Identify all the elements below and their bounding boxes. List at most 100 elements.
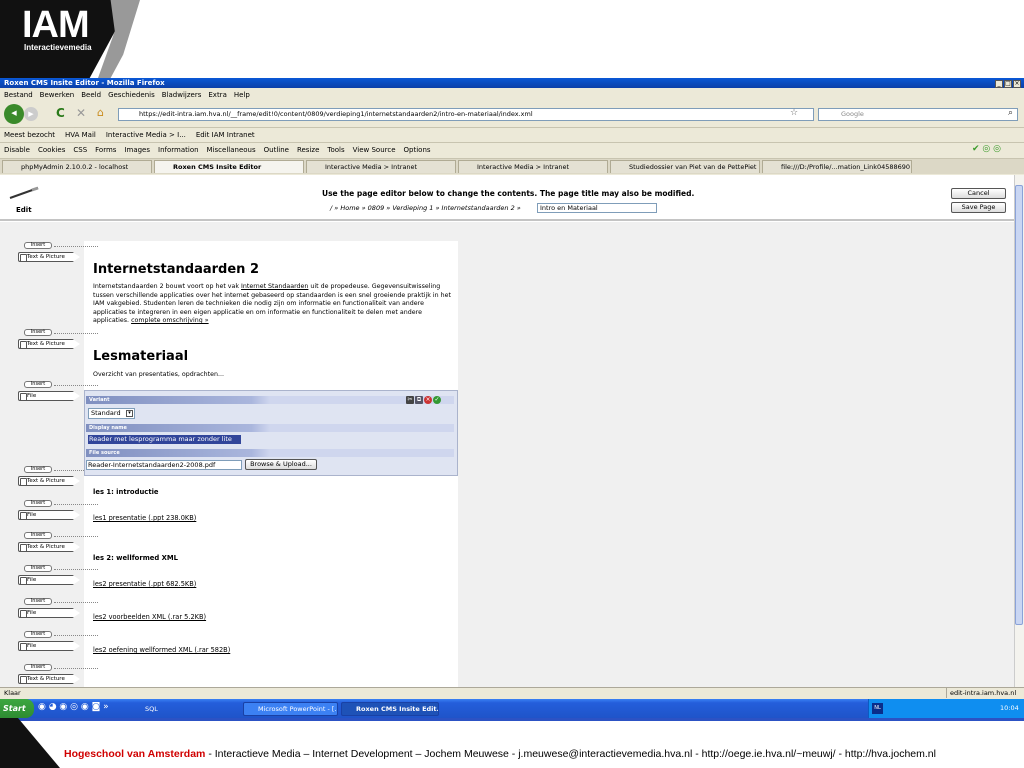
search-input[interactable]: Google (818, 108, 1018, 121)
status-text: Klaar (4, 689, 21, 697)
lesmateriaal-heading: Lesmateriaal (93, 349, 189, 364)
status-host: edit-intra.iam.hva.nl (946, 688, 1022, 698)
les1-presentatie-link[interactable]: les1 presentatie (.ppt 238.0KB) (93, 514, 196, 522)
window-controls: _ □ × (994, 79, 1021, 88)
editor-bar (0, 176, 1014, 221)
bookmark-interactive-media[interactable]: Interactive Media > I... (106, 131, 186, 139)
cancel-button[interactable]: Cancel (951, 188, 1006, 199)
start-button[interactable]: Start (0, 699, 34, 718)
task-roxen[interactable]: Roxen CMS Insite Edit... (341, 702, 439, 716)
insert-text-picture[interactable]: Insert Text & Picture (18, 532, 98, 556)
confirm-icon[interactable]: ✓ (433, 396, 441, 404)
slide-footer (0, 718, 1024, 768)
insert-file[interactable]: Insert File (18, 565, 98, 589)
bookmark-hva-mail[interactable]: HVA Mail (65, 131, 96, 139)
tab-roxen[interactable]: Roxen CMS Insite Editor (154, 160, 304, 173)
insert-file[interactable]: Insert File (18, 500, 98, 524)
chevron-down-icon: ▾ (126, 410, 133, 417)
insert-file[interactable]: Insert File (18, 598, 98, 622)
les2-oefening-link[interactable]: les2 oefening wellformed XML (.rar 582B) (93, 646, 230, 654)
cut-icon[interactable]: ✂ (406, 396, 414, 404)
logo-subtitle: Interactievemedia (24, 43, 92, 52)
variant-select[interactable]: Standard ▾ (88, 408, 135, 419)
search-icon[interactable]: ⌕ (1008, 108, 1013, 118)
webdev-resize[interactable]: Resize (297, 146, 319, 154)
webdev-information[interactable]: Information (158, 146, 199, 154)
tab-intranet-2[interactable]: Interactive Media > Intranet (458, 160, 608, 173)
close-button[interactable]: × (1013, 80, 1021, 88)
webdev-css[interactable]: CSS (73, 146, 87, 154)
footer-text: Hogeschool van Amsterdam - Interactieve … (64, 748, 936, 760)
webdev-view-source[interactable]: View Source (353, 146, 396, 154)
tab-phpmyadmin[interactable]: phpMyAdmin 2.10.0.2 - localhost (2, 160, 152, 173)
logo: IAM (22, 4, 90, 46)
tab-file[interactable]: file:///D:/Profile/...mation_Link0458869… (762, 160, 912, 173)
menu-geschiedenis[interactable]: Geschiedenis (108, 91, 155, 99)
save-page-button[interactable]: Save Page (951, 202, 1006, 213)
menu-bewerken[interactable]: Bewerken (40, 91, 75, 99)
webdev-options[interactable]: Options (404, 146, 431, 154)
stop-icon[interactable]: ✕ (76, 106, 86, 120)
insert-file[interactable]: Insert File (18, 631, 98, 655)
url-bar[interactable]: https://edit-intra.iam.hva.nl/__frame/ed… (118, 108, 814, 121)
complete-omschrijving-link[interactable]: complete omschrijving » (131, 317, 209, 324)
tab-intranet-1[interactable]: Interactive Media > Intranet (306, 160, 456, 173)
file-source-field[interactable]: Reader-Internetstandaarden2-2008.pdf (86, 460, 242, 470)
copy-icon[interactable]: ⧉ (415, 396, 423, 404)
insert-text-picture[interactable]: Insert Text & Picture (18, 664, 98, 688)
breadcrumb: / » Home » 0809 » Verdieping 1 » Interne… (330, 204, 521, 212)
bookmark-meest-bezocht[interactable]: Meest bezocht (4, 131, 55, 139)
home-icon[interactable]: ⌂ (97, 106, 104, 119)
window-title: Roxen CMS Insite Editor - Mozilla Firefo… (4, 79, 165, 87)
forward-button[interactable]: ▶ (24, 107, 38, 121)
language-indicator[interactable]: NL (872, 703, 883, 714)
menu-bestand[interactable]: Bestand (4, 91, 33, 99)
edit-label: Edit (16, 206, 32, 214)
maximize-button[interactable]: □ (1004, 80, 1012, 88)
insert-text-picture[interactable]: Insert Text & Picture (18, 242, 98, 266)
task-powerpoint[interactable]: Microsoft PowerPoint - [... (243, 702, 338, 716)
quicklaunch-icons[interactable]: ◉ ◕ ◉ ◎ ◉ ◙ » (38, 702, 109, 712)
menu-help[interactable]: Help (234, 91, 250, 99)
menu-bladwijzers[interactable]: Bladwijzers (162, 91, 202, 99)
webdev-tools[interactable]: Tools (327, 146, 344, 154)
insert-text-picture[interactable]: Insert Text & Picture (18, 466, 98, 490)
webdev-disable[interactable]: Disable (4, 146, 30, 154)
web-developer-toolbar: Disable Cookies CSS Forms Images Information M… (0, 142, 1024, 157)
bookmark-edit-iam[interactable]: Edit IAM Intranet (196, 131, 255, 139)
insert-text-picture[interactable]: Insert Text & Picture (18, 329, 98, 353)
scrollbar-thumb[interactable] (1015, 185, 1023, 625)
editor-instruction: Use the page editor below to change the … (322, 189, 695, 198)
webdev-forms[interactable]: Forms (95, 146, 116, 154)
check-icons: ✔ ◎ ◎ (972, 144, 1001, 154)
menu-extra[interactable]: Extra (208, 91, 226, 99)
webdev-misc[interactable]: Miscellaneous (207, 146, 256, 154)
les2-heading: les 2: wellformed XML (93, 554, 178, 562)
page-title-input[interactable]: Intro en Materiaal (537, 203, 657, 213)
tab-studiedossier[interactable]: Studiedossier van Piet van de PettePiet (610, 160, 760, 173)
slide-header (0, 0, 1024, 78)
webdev-outline[interactable]: Outline (264, 146, 289, 154)
menu-beeld[interactable]: Beeld (81, 91, 101, 99)
les2-presentatie-link[interactable]: les2 presentatie (.ppt 682.5KB) (93, 580, 196, 588)
status-bar: Klaar (0, 687, 1024, 699)
search-placeholder: Google (841, 110, 864, 118)
display-name-header: Display name (86, 424, 454, 432)
webdev-cookies[interactable]: Cookies (38, 146, 65, 154)
browse-upload-button[interactable]: Browse & Upload... (245, 459, 317, 470)
back-button[interactable]: ◀ (4, 104, 24, 124)
internet-standaarden-link[interactable]: Internet Standaarden (241, 283, 308, 290)
reload-icon[interactable]: C (56, 106, 65, 120)
delete-icon[interactable]: × (424, 396, 432, 404)
les2-voorbeelden-link[interactable]: les2 voorbeelden XML (.rar 5.2KB) (93, 613, 206, 621)
intro-paragraph: Internetstandaarden 2 bouwt voort op het… (93, 283, 451, 325)
clock: 10:04 (1000, 704, 1019, 712)
insert-file[interactable]: Insert File (18, 381, 98, 405)
les1-heading: les 1: introductie (93, 488, 159, 496)
url-text: https://edit-intra.iam.hva.nl/__frame/ed… (139, 110, 533, 118)
display-name-field[interactable]: Reader met lesprogramma maar zonder lite (88, 435, 241, 444)
sql-folder-item[interactable]: SQL (145, 702, 158, 716)
bookmark-star-icon[interactable]: ☆ (790, 108, 798, 118)
webdev-images[interactable]: Images (124, 146, 150, 154)
minimize-button[interactable]: _ (995, 80, 1003, 88)
